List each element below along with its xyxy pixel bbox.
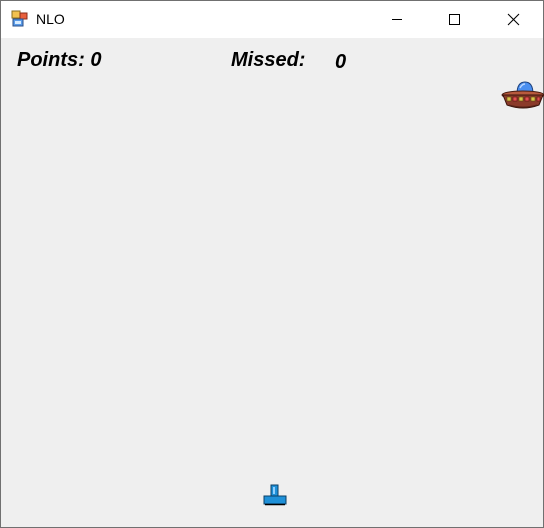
missed-label: Missed:: [231, 49, 306, 71]
close-button[interactable]: [485, 1, 543, 38]
cannon-icon[interactable]: [263, 484, 287, 506]
minimize-icon: [392, 19, 402, 20]
maximize-button[interactable]: [426, 1, 484, 38]
app-icon[interactable]: [11, 10, 29, 28]
window-title: NLO: [36, 11, 65, 27]
missed-value: 0: [335, 51, 347, 73]
points-label: Points: 0: [17, 49, 102, 71]
close-icon: [507, 13, 520, 26]
game-area[interactable]: Points: 0 Missed: 0: [1, 38, 544, 527]
maximize-icon: [449, 14, 460, 25]
ufo-icon: [501, 78, 544, 114]
title-bar[interactable]: NLO: [1, 1, 543, 38]
minimize-button[interactable]: [368, 1, 426, 38]
app-window: NLO Points: 0 Missed: 0: [0, 0, 544, 528]
